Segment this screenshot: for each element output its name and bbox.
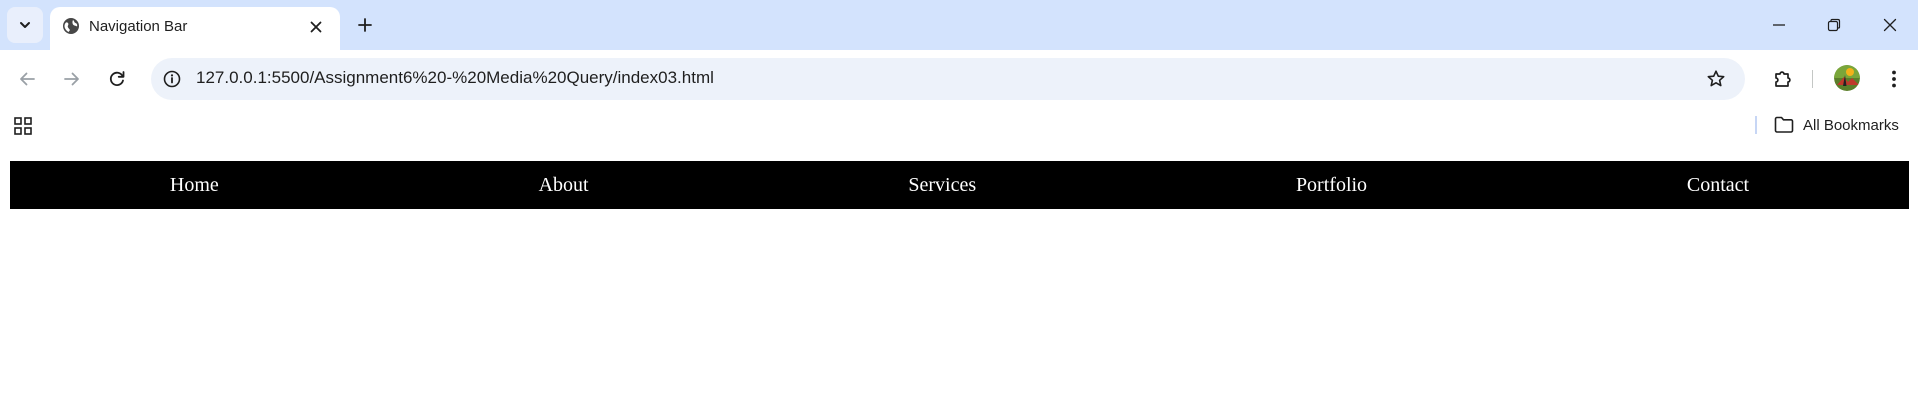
tab-search-button[interactable] bbox=[7, 7, 43, 43]
nav-link-about[interactable]: About bbox=[539, 174, 589, 197]
globe-icon bbox=[62, 17, 80, 35]
apps-button[interactable] bbox=[12, 115, 34, 137]
bookmarks-divider bbox=[1755, 116, 1757, 134]
url-text[interactable]: 127.0.0.1:5500/Assignment6%20-%20Media%2… bbox=[196, 68, 714, 88]
puzzle-piece-icon bbox=[1772, 68, 1794, 90]
apps-grid-icon bbox=[13, 116, 33, 136]
tab-title: Navigation Bar bbox=[89, 18, 188, 35]
more-vert-icon bbox=[1891, 69, 1897, 89]
reload-button[interactable] bbox=[103, 65, 131, 93]
nav-link-services[interactable]: Services bbox=[908, 174, 976, 197]
browser-menu-button[interactable] bbox=[1880, 65, 1908, 93]
restore-icon bbox=[1827, 18, 1841, 32]
close-icon bbox=[1883, 18, 1897, 32]
back-button[interactable] bbox=[13, 65, 41, 93]
forward-button[interactable] bbox=[58, 65, 86, 93]
all-bookmarks-button[interactable]: All Bookmarks bbox=[1774, 113, 1899, 137]
nav-link-portfolio[interactable]: Portfolio bbox=[1296, 174, 1367, 197]
page-viewport: Home About Services Portfolio Contact bbox=[0, 142, 1918, 420]
restore-button[interactable] bbox=[1821, 12, 1847, 38]
folder-icon bbox=[1774, 116, 1794, 134]
bookmark-star-icon[interactable] bbox=[1705, 68, 1727, 90]
active-tab[interactable]: Navigation Bar bbox=[50, 7, 340, 50]
extensions-button[interactable] bbox=[1769, 65, 1797, 93]
minimize-button[interactable] bbox=[1766, 12, 1792, 38]
browser-toolbar: 127.0.0.1:5500/Assignment6%20-%20Media%2… bbox=[0, 50, 1918, 108]
nav-link-home[interactable]: Home bbox=[170, 174, 219, 197]
reload-icon bbox=[107, 69, 127, 89]
close-icon bbox=[310, 21, 322, 33]
new-tab-button[interactable] bbox=[352, 12, 378, 38]
site-info-icon[interactable] bbox=[161, 68, 183, 90]
chevron-down-icon bbox=[18, 18, 32, 32]
plus-icon bbox=[357, 17, 373, 33]
close-window-button[interactable] bbox=[1877, 12, 1903, 38]
profile-avatar[interactable] bbox=[1834, 65, 1860, 91]
all-bookmarks-label: All Bookmarks bbox=[1803, 116, 1899, 134]
toolbar-divider bbox=[1812, 70, 1813, 88]
minimize-icon bbox=[1772, 18, 1786, 32]
navigation-bar: Home About Services Portfolio Contact bbox=[10, 161, 1909, 209]
arrow-right-icon bbox=[62, 69, 82, 89]
tab-strip: Navigation Bar bbox=[0, 0, 1918, 50]
arrow-left-icon bbox=[17, 69, 37, 89]
close-tab-button[interactable] bbox=[306, 17, 326, 37]
address-bar[interactable]: 127.0.0.1:5500/Assignment6%20-%20Media%2… bbox=[151, 58, 1745, 100]
bookmarks-bar: All Bookmarks bbox=[0, 108, 1918, 142]
nav-link-contact[interactable]: Contact bbox=[1687, 174, 1749, 197]
